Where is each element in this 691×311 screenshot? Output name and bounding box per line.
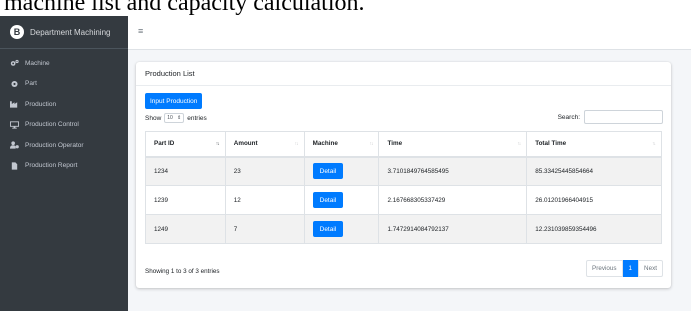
industry-icon [10,100,19,108]
sort-icon: ↑↓ [652,141,656,147]
entries-length-value: 10 [167,115,173,121]
sort-icon: ↑↓ [517,141,521,147]
search-label: Search: [557,113,580,121]
app-window: B Department Machining Machine Part Prod… [0,16,691,311]
entries-label: entries [187,114,207,122]
page-1-button[interactable]: 1 [622,260,639,277]
sidebar-item-production-report[interactable]: Production Report [0,156,128,177]
sidebar-item-production-control[interactable]: Production Control [0,115,128,136]
cog-icon [10,80,19,88]
cell-part-id: 1239 [145,185,226,215]
cell-amount: 23 [224,156,305,186]
detail-button[interactable]: Detail [312,221,344,237]
chevron-updown-icon: ⇕ [177,115,182,121]
table-row: 1234 23 Detail 3.7101849764585495 85.334… [145,156,662,186]
cell-machine: Detail [303,185,380,215]
cell-total-time: 12.231039859354496 [526,214,662,244]
sidebar-item-label: Production Operator [25,141,84,149]
sort-asc-icon: ↑↓ [215,141,220,147]
brand-name: Department Machining [30,27,111,37]
entries-length-select[interactable]: 10 ⇕ [164,113,185,123]
sidebar-item-part[interactable]: Part [0,74,128,95]
cogs-icon [10,59,19,67]
table-header-row: Part ID ↑↓ Amount ↑↓ Machine ↑↓ Time ↑↓ Tota… [145,131,662,158]
next-page-button[interactable]: Next [638,260,663,277]
cell-time: 2.167668305337429 [378,185,528,215]
table-search: Search: [558,110,663,124]
cell-part-id: 1234 [145,156,226,186]
figure-caption: machine list and capacity calculation. [4,0,365,16]
production-list-card: Production List Input Production Show 10… [136,62,671,288]
column-header-machine[interactable]: Machine ↑↓ [303,131,380,158]
table-row: 1249 7 Detail 1.7472914084792137 12.2310… [145,214,662,244]
sidebar: B Department Machining Machine Part Prod… [0,16,128,311]
sidebar-item-label: Machine [25,59,50,67]
cell-total-time: 26.01201966404915 [526,185,662,215]
hamburger-menu-icon[interactable]: ≡ [138,26,148,36]
cell-part-id: 1249 [145,214,226,244]
sidebar-nav: Machine Part Production Production Contr… [0,49,128,176]
sidebar-item-label: Production Control [25,121,79,129]
sidebar-item-production[interactable]: Production [0,94,128,115]
sidebar-item-label: Production [25,100,57,108]
cell-time: 3.7101849764585495 [378,156,528,186]
file-icon [10,162,19,170]
table-info: Showing 1 to 3 of 3 entries [145,268,220,275]
card-title: Production List [136,62,671,86]
cell-amount: 7 [224,214,305,244]
input-production-button[interactable]: Input Production [145,93,203,109]
detail-button[interactable]: Detail [312,163,344,180]
cell-amount: 12 [224,185,305,215]
previous-page-button[interactable]: Previous [586,260,623,277]
sort-icon: ↑↓ [369,141,373,147]
brand-logo-icon: B [10,25,24,39]
top-navbar: ≡ [128,16,691,50]
table-row: 1239 12 Detail 2.167668305337429 26.0120… [145,185,662,215]
cell-time: 1.7472914084792137 [378,214,528,244]
sidebar-item-machine[interactable]: Machine [0,53,128,74]
sidebar-item-label: Production Report [25,162,78,170]
cell-machine: Detail [303,156,380,186]
cell-machine: Detail [303,214,380,244]
column-header-time[interactable]: Time ↑↓ [378,131,528,158]
column-header-part-id[interactable]: Part ID ↑↓ [145,131,226,158]
production-table: Part ID ↑↓ Amount ↑↓ Machine ↑↓ Time ↑↓ Tota… [145,131,662,244]
desktop-icon [10,121,19,129]
entries-length-control: Show 10 ⇕ entries [145,112,207,124]
sort-icon: ↑↓ [294,141,299,147]
search-input[interactable] [584,110,663,124]
brand[interactable]: B Department Machining [0,16,128,49]
sidebar-item-production-operator[interactable]: Production Operator [0,135,128,156]
cell-total-time: 85.33425445854664 [526,156,662,186]
pagination: Previous 1 Next [586,260,663,277]
show-label: Show [145,114,162,122]
column-header-amount[interactable]: Amount ↑↓ [224,131,305,158]
column-header-total-time[interactable]: Total Time ↑↓ [526,131,662,158]
sidebar-item-label: Part [25,80,37,88]
user-cog-icon [10,141,19,149]
detail-button[interactable]: Detail [312,192,344,208]
